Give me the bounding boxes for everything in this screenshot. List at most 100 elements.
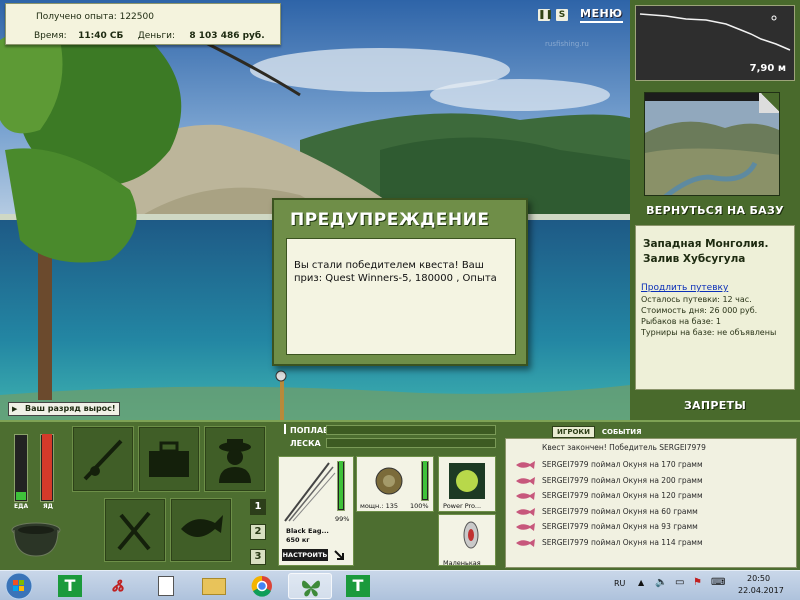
watermark: rusfishing.ru bbox=[545, 40, 589, 48]
food-label: ЕДА bbox=[14, 503, 29, 510]
poison-label: ЯД bbox=[43, 503, 53, 510]
warning-dialog[interactable]: ПРЕДУПРЕЖДЕНИЕ Вы стали победителем квес… bbox=[272, 198, 528, 366]
s-button[interactable]: S bbox=[556, 9, 568, 21]
butterfly-icon bbox=[302, 580, 320, 597]
perch-icon bbox=[516, 461, 535, 469]
rod-name: Black Eag... bbox=[286, 527, 329, 535]
log-tabs: ИГРОКИ СОБЫТИЯ bbox=[552, 426, 646, 438]
info-panel: Получено опыта: 122500 Время: 11:40 СБ Д… bbox=[5, 3, 281, 45]
keyboard-icon[interactable]: ⌨ bbox=[711, 577, 725, 588]
location-name: Западная Монголия. Залив Хубсугула bbox=[643, 237, 769, 267]
tray-arrow-icon[interactable]: ▲ bbox=[638, 578, 644, 587]
task-app-t[interactable]: T bbox=[48, 573, 92, 599]
task-app-chrome[interactable] bbox=[240, 573, 284, 599]
task-app-t2[interactable]: T bbox=[336, 573, 380, 599]
float-bar bbox=[326, 425, 496, 435]
rod-image bbox=[284, 462, 336, 522]
time-label: Время: bbox=[34, 31, 67, 41]
event-log[interactable]: Квест закончен! Победитель SERGEI7979 SE… bbox=[505, 438, 797, 568]
reel-card[interactable]: мощн.: 135 100% bbox=[356, 456, 434, 512]
extend-trip-link[interactable]: Продлить путевку bbox=[641, 283, 728, 293]
rod-slot[interactable] bbox=[72, 426, 134, 492]
line-name: Power Pro... bbox=[443, 502, 482, 510]
chrome-icon bbox=[251, 575, 272, 597]
folder-icon bbox=[202, 578, 226, 595]
tackle-box-icon bbox=[149, 441, 189, 477]
perch-icon bbox=[516, 492, 535, 500]
food-slot[interactable] bbox=[104, 498, 166, 562]
fisherman-slot[interactable] bbox=[204, 426, 266, 492]
poison-meter bbox=[40, 434, 54, 502]
clock-date[interactable]: 22.04.2017 bbox=[738, 586, 784, 595]
cauldron-icon[interactable] bbox=[8, 516, 64, 560]
perch-icon bbox=[516, 476, 535, 485]
pause-icon[interactable]: ❚❚ bbox=[538, 9, 553, 21]
arrow-icon bbox=[334, 550, 344, 560]
log-entry-text: SERGEI7979 поймал Окуня на 114 грамм bbox=[542, 537, 703, 547]
location-photo[interactable] bbox=[644, 92, 780, 196]
reel-percent: 100% bbox=[410, 502, 429, 510]
menu-button[interactable]: МЕНЮ bbox=[580, 7, 623, 23]
location-region: Западная Монголия. bbox=[643, 238, 769, 250]
clock-time[interactable]: 20:50 bbox=[747, 574, 770, 583]
experience-text: Получено опыта: 122500 bbox=[36, 12, 154, 22]
document-icon bbox=[158, 576, 174, 596]
day-cost: Стоимость дня: 26 000 руб. bbox=[641, 306, 758, 315]
tab-events[interactable]: СОБЫТИЯ bbox=[598, 427, 646, 437]
line-card[interactable]: Power Pro... bbox=[438, 456, 496, 512]
money-value: 8 103 486 руб. bbox=[189, 31, 265, 41]
reel-condition-meter bbox=[421, 461, 429, 501]
language-indicator[interactable]: RU bbox=[614, 579, 625, 588]
food-meter-fill bbox=[16, 492, 26, 500]
lure-name: Маленькая bbox=[443, 559, 481, 567]
time-value: 11:40 СБ bbox=[78, 31, 124, 41]
reel-power: мощн.: 135 bbox=[360, 502, 398, 510]
action-center-icon[interactable]: ⚑ bbox=[693, 577, 702, 588]
money-label: Деньги: bbox=[137, 31, 176, 41]
fishing-rod-icon bbox=[83, 439, 123, 481]
perch-icon bbox=[516, 507, 535, 516]
tackle-box-slot[interactable] bbox=[138, 426, 200, 492]
task-app-explorer[interactable] bbox=[192, 573, 236, 599]
network-icon[interactable]: ▭ bbox=[675, 577, 684, 588]
reel-image bbox=[375, 467, 403, 495]
location-bay: Залив Хубсугула bbox=[643, 253, 746, 265]
poison-meter-fill bbox=[42, 434, 52, 500]
task-app-game[interactable] bbox=[288, 573, 332, 599]
log-entry-text: SERGEI7979 поймал Окуня на 93 грамм bbox=[542, 522, 698, 531]
location-panel: Западная Монголия. Залив Хубсугула Продл… bbox=[635, 225, 795, 390]
setup-button[interactable]: НАСТРОИТЬ bbox=[282, 549, 328, 561]
fisherman-icon bbox=[219, 439, 251, 483]
volume-icon[interactable]: 🔈 bbox=[655, 577, 667, 588]
log-entry-text: SERGEI7979 поймал Окуня на 170 грамм bbox=[542, 460, 703, 469]
fish-slot[interactable] bbox=[170, 498, 232, 562]
float-icon bbox=[284, 424, 286, 434]
windows-taskbar: T Ꮬ T RU ▲ 🔈 ▭ ⚑ ⌨ 20:50 22.04.2017 bbox=[0, 570, 800, 600]
time-money-row: Время: 11:40 СБ Деньги: 8 103 486 руб. bbox=[34, 31, 265, 41]
task-app-font[interactable]: Ꮬ bbox=[96, 573, 140, 599]
tab-players[interactable]: ИГРОКИ bbox=[552, 426, 595, 438]
rod-slot-3[interactable]: 3 bbox=[250, 549, 266, 565]
lure-card[interactable]: Маленькая bbox=[438, 514, 496, 567]
rank-toast[interactable]: Ваш разряд вырос! bbox=[8, 402, 120, 416]
days-left: Осталось путевки: 12 час. bbox=[641, 295, 752, 304]
depth-value: 7,90 м bbox=[749, 63, 786, 74]
t-app-icon: T bbox=[58, 575, 82, 597]
rod-weight: 650 кг bbox=[286, 536, 310, 544]
return-to-base-button[interactable]: ВЕРНУТЬСЯ НА БАЗУ bbox=[630, 204, 800, 217]
dialog-title: ПРЕДУПРЕЖДЕНИЕ bbox=[290, 210, 490, 230]
bans-button[interactable]: ЗАПРЕТЫ bbox=[630, 399, 800, 412]
task-app-document[interactable] bbox=[144, 573, 188, 599]
perch-icon bbox=[516, 523, 535, 531]
start-button-icon[interactable] bbox=[4, 572, 34, 600]
line-bar bbox=[326, 438, 496, 448]
rod-percent: 99% bbox=[335, 515, 350, 523]
depth-graph: 7,90 м bbox=[635, 5, 795, 81]
rod-slot-2[interactable]: 2 bbox=[250, 524, 266, 540]
line-label: ЛЕСКА bbox=[290, 439, 321, 448]
dialog-message: Вы стали победителем квеста! Ваш приз: Q… bbox=[286, 238, 516, 355]
rod-condition-meter bbox=[337, 461, 345, 511]
rod-slot-1[interactable]: 1 bbox=[250, 499, 266, 515]
log-header-text: Квест закончен! Победитель SERGEI7979 bbox=[542, 443, 706, 452]
tournaments-info: Турниры на базе: не объявлены bbox=[641, 328, 777, 337]
